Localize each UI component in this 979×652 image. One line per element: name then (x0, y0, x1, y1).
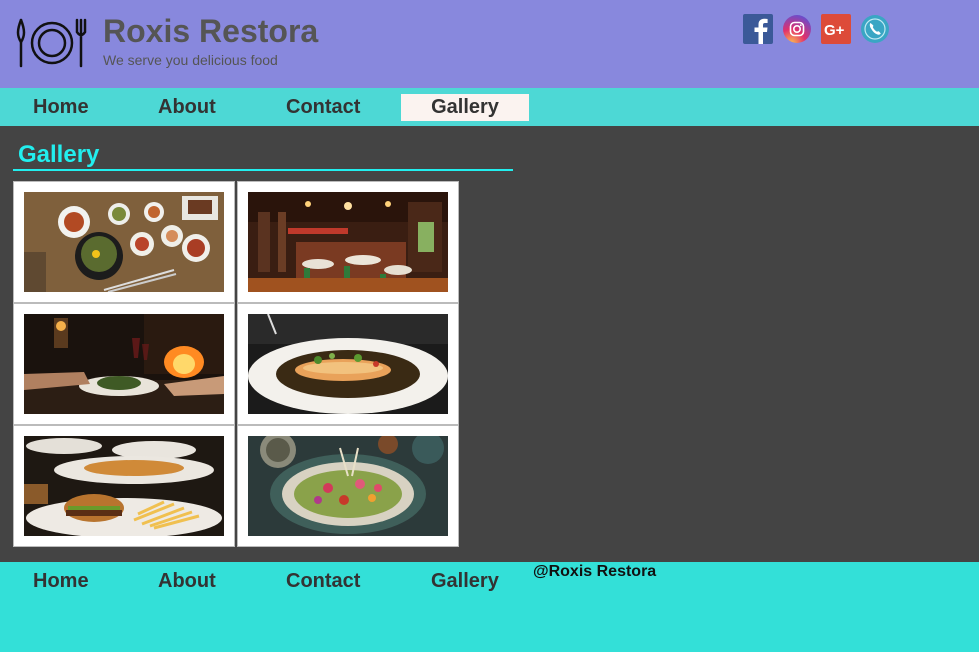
gallery-image-salad-platter (248, 436, 448, 536)
site-footer: Home About Contact Gallery @Roxis Restor… (0, 562, 979, 652)
instagram-icon[interactable] (782, 14, 812, 44)
gallery-item[interactable] (13, 303, 235, 425)
copyright-text: @Roxis Restora (533, 563, 657, 580)
footer-about-link[interactable]: About (158, 562, 216, 600)
site-tagline: We serve you delicious food (103, 52, 278, 68)
gallery-image-dining-room (248, 192, 448, 292)
nav-contact-link[interactable]: Contact (286, 88, 360, 126)
gallery-item[interactable] (237, 303, 459, 425)
nav-home-link[interactable]: Home (33, 88, 89, 126)
main-nav: Home About Contact Gallery (0, 88, 979, 126)
heading-underline (13, 169, 513, 171)
gallery-item[interactable] (13, 181, 235, 303)
nav-about-link[interactable]: About (158, 88, 216, 126)
nav-gallery-link[interactable]: Gallery (401, 94, 529, 121)
svg-text:G+: G+ (824, 22, 845, 39)
site-title: Roxis Restora (103, 13, 319, 49)
gallery-item[interactable] (237, 181, 459, 303)
facebook-icon[interactable] (743, 14, 773, 44)
footer-contact-link[interactable]: Contact (286, 562, 360, 600)
gallery-image-plated-fish (248, 314, 448, 414)
gallery-image-burgers-fries (24, 436, 224, 536)
utensils-plate-icon (16, 18, 87, 68)
gallery-image-food-table (24, 192, 224, 292)
gallery-item[interactable] (13, 425, 235, 547)
gallery-heading: Gallery (18, 141, 100, 168)
footer-home-link[interactable]: Home (33, 562, 89, 600)
footer-gallery-link[interactable]: Gallery (431, 562, 499, 600)
gallery-item[interactable] (237, 425, 459, 547)
site-header: Roxis Restora We serve you delicious foo… (0, 0, 979, 88)
gallery-grid (13, 181, 459, 547)
google-plus-icon[interactable]: G+ (821, 14, 851, 44)
phone-icon[interactable] (860, 14, 890, 44)
gallery-image-candlelit-dinner (24, 314, 224, 414)
